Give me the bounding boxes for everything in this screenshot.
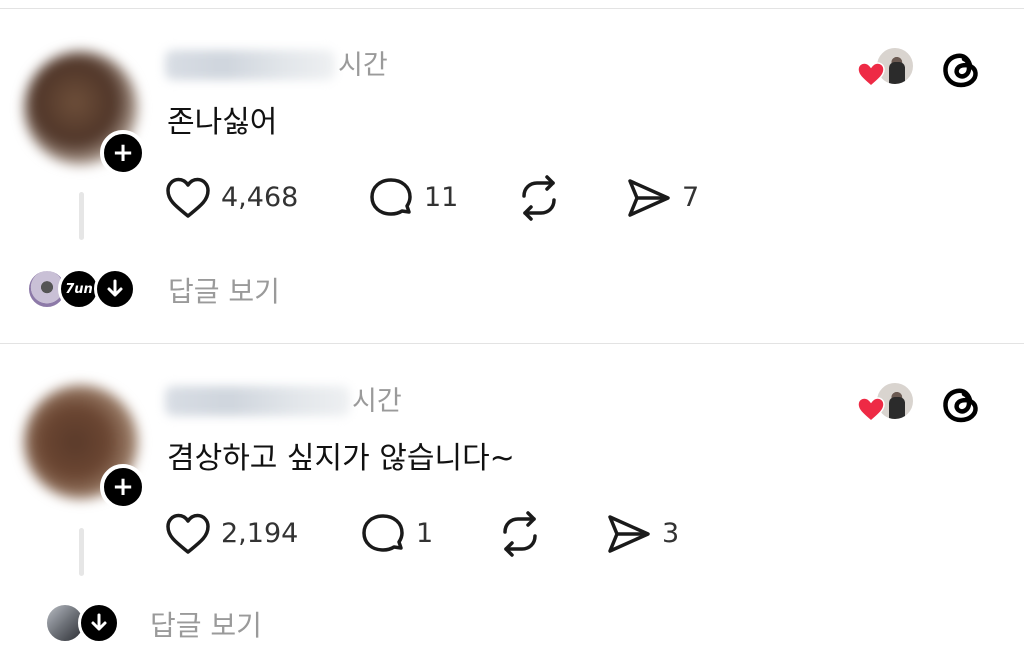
username-redacted[interactable] [165, 386, 350, 416]
threads-logo-icon[interactable] [940, 382, 984, 426]
thread-line [79, 528, 84, 576]
view-replies-label: 답글 보기 [150, 609, 262, 642]
speech-bubble-icon [362, 514, 404, 552]
comment-count: 11 [424, 182, 459, 213]
like-button[interactable]: 2,194 [165, 510, 298, 558]
heart-outline-icon [166, 177, 210, 218]
comment-count: 1 [416, 518, 434, 549]
view-replies-label: 답글 보기 [168, 275, 280, 308]
post-time: 시간 [338, 50, 388, 81]
plus-icon: + [112, 138, 134, 168]
thread-line [79, 192, 84, 240]
comment-button[interactable]: 11 [368, 174, 458, 222]
username-redacted[interactable] [165, 50, 335, 80]
replier-avatar-text: 7un [65, 281, 93, 297]
repost-arrows-icon [522, 175, 556, 221]
threads-feed: + 시간 존나싫어 4,468 11 7 7un 답글 보기 + 시간 겸상하고… [0, 0, 1024, 646]
threads-logo-icon[interactable] [940, 47, 984, 91]
heart-outline-icon [166, 513, 210, 554]
paper-plane-icon [608, 515, 650, 553]
speech-bubble-icon [370, 178, 412, 216]
post-text: 겸상하고 싶지가 않습니다~ [167, 441, 515, 476]
like-count: 4,468 [221, 182, 299, 213]
share-button[interactable]: 3 [606, 510, 679, 558]
heart-filled-icon [857, 397, 885, 422]
like-count: 2,194 [221, 518, 299, 549]
down-arrow-icon [94, 268, 136, 310]
heart-filled-icon [857, 62, 885, 87]
follow-button[interactable]: + [100, 130, 146, 176]
liked-by-indicator[interactable] [857, 46, 919, 90]
follow-button[interactable]: + [100, 464, 146, 510]
share-count: 3 [662, 518, 680, 549]
view-replies[interactable]: 답글 보기 [44, 602, 304, 646]
view-replies[interactable]: 7un 답글 보기 [26, 268, 316, 316]
paper-plane-icon [628, 179, 670, 217]
like-button[interactable]: 4,468 [165, 174, 298, 222]
liked-by-indicator[interactable] [857, 381, 919, 425]
repost-button[interactable] [496, 510, 544, 558]
share-count: 7 [682, 182, 700, 213]
plus-icon: + [112, 472, 134, 502]
share-button[interactable]: 7 [626, 174, 699, 222]
repost-arrows-icon [503, 511, 537, 557]
post-time: 시간 [352, 386, 402, 417]
repost-button[interactable] [515, 174, 563, 222]
down-arrow-icon [78, 602, 120, 644]
comment-button[interactable]: 1 [360, 510, 433, 558]
post-text: 존나싫어 [167, 105, 278, 140]
